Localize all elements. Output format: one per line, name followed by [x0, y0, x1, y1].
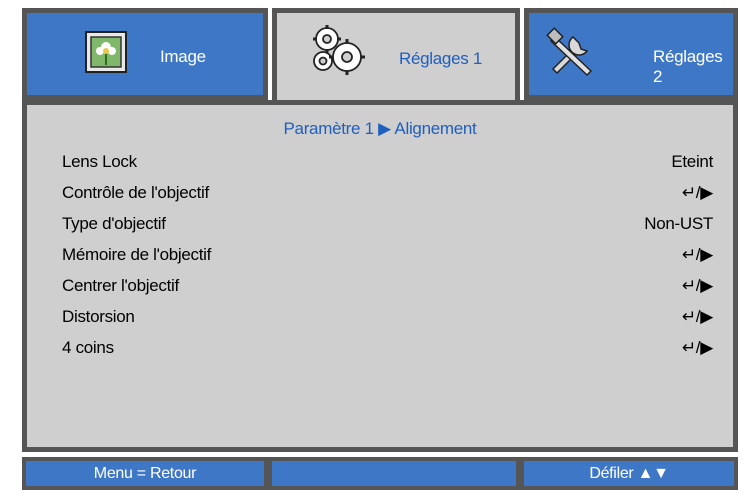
menu-item-distortion[interactable]: Distorsion ↵/▶	[62, 302, 713, 332]
enter-arrow-icon: ↵/▶	[681, 245, 713, 264]
enter-arrow-icon: ↵/▶	[681, 183, 713, 202]
footer-scroll: Défiler ▲▼	[520, 457, 738, 490]
footer-left-label: Menu = Retour	[93, 464, 197, 482]
menu-item-label: Mémoire de l'objectif	[62, 245, 212, 264]
menu-item-label: Lens Lock	[62, 152, 137, 171]
tools-icon	[545, 27, 601, 84]
tab-image-label: Image	[160, 47, 206, 66]
tab-reglages-1[interactable]: Réglages 1	[272, 8, 520, 108]
menu-item-4-corners[interactable]: 4 coins ↵/▶	[62, 333, 713, 363]
osd-menu: Image Réglages 1 Réglages 2 Paramètre 1 …	[16, 8, 738, 490]
menu-item-label: Distorsion	[62, 307, 135, 326]
menu-item-label: Type d'objectif	[62, 214, 166, 233]
menu-item-label: Centrer l'objectif	[62, 276, 179, 295]
gears-icon	[307, 21, 369, 88]
image-icon	[85, 31, 127, 78]
settings-panel: Paramètre 1 ▶ Alignement Lens Lock Etein…	[22, 100, 738, 452]
footer-middle	[268, 457, 520, 490]
enter-arrow-icon: ↵/▶	[681, 276, 713, 295]
menu-item-label: 4 coins	[62, 338, 114, 357]
menu-item-label: Contrôle de l'objectif	[62, 183, 209, 202]
menu-item-value: Non-UST	[644, 214, 713, 233]
footer-menu-return: Menu = Retour	[22, 457, 268, 490]
menu-item-lens-center[interactable]: Centrer l'objectif ↵/▶	[62, 271, 713, 301]
tab-image[interactable]: Image	[22, 8, 268, 100]
menu-item-value: Eteint	[671, 152, 713, 171]
menu-item-lens-memory[interactable]: Mémoire de l'objectif ↵/▶	[62, 240, 713, 270]
tab-reglages-2-label: Réglages 2	[653, 47, 723, 86]
menu-item-lens-lock[interactable]: Lens Lock Eteint	[62, 147, 713, 177]
breadcrumb: Paramètre 1 ▶ Alignement	[283, 119, 477, 138]
menu-item-lens-control[interactable]: Contrôle de l'objectif ↵/▶	[62, 178, 713, 208]
enter-arrow-icon: ↵/▶	[681, 307, 713, 326]
enter-arrow-icon: ↵/▶	[681, 338, 713, 357]
footer-right-label: Défiler ▲▼	[589, 464, 669, 482]
tab-reglages-2[interactable]: Réglages 2	[524, 8, 738, 100]
menu-item-lens-type[interactable]: Type d'objectif Non-UST	[62, 209, 713, 239]
tab-reglages-1-label: Réglages 1	[399, 49, 483, 68]
